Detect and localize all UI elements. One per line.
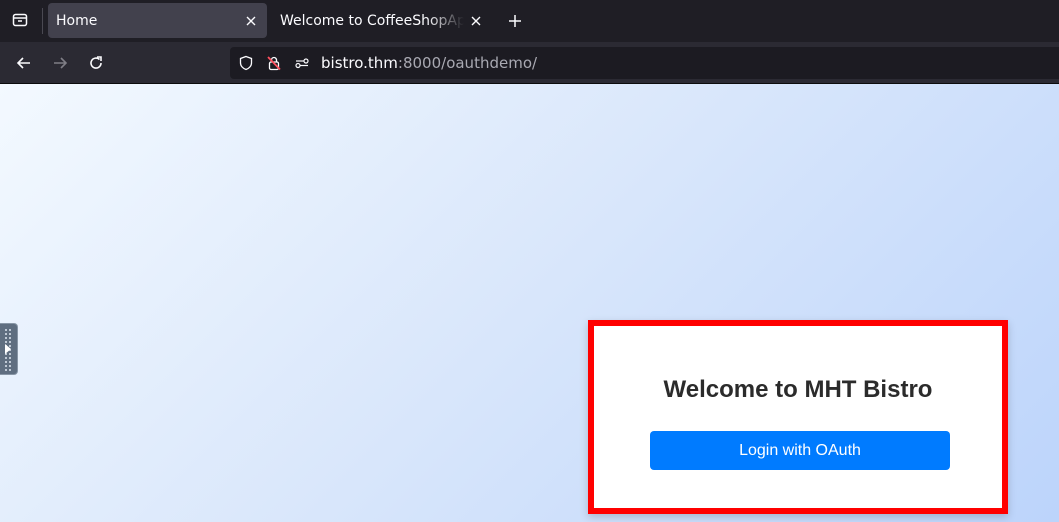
insecure-lock-icon[interactable] xyxy=(264,53,284,73)
tab-home[interactable]: Home xyxy=(48,3,267,38)
forward-arrow-icon[interactable] xyxy=(46,49,74,77)
url-path: :8000/oauthdemo/ xyxy=(397,54,538,72)
plus-icon[interactable] xyxy=(502,8,528,34)
tab-title: Welcome to CoffeeShopApp xyxy=(280,12,464,29)
close-icon[interactable] xyxy=(464,9,488,33)
permissions-icon[interactable] xyxy=(292,53,312,73)
sidebar-toggle-handle[interactable] xyxy=(0,323,18,375)
page-content: Welcome to MHT Bistro Login with OAuth xyxy=(0,84,1059,522)
url-text[interactable]: bistro.thm:8000/oauthdemo/ xyxy=(321,54,537,72)
reload-icon[interactable] xyxy=(82,49,110,77)
close-icon[interactable] xyxy=(239,9,263,33)
back-arrow-icon[interactable] xyxy=(10,49,38,77)
expand-arrow-icon xyxy=(5,344,11,354)
url-bar[interactable]: bistro.thm:8000/oauthdemo/ xyxy=(230,47,1059,79)
shield-icon[interactable] xyxy=(236,53,256,73)
tab-overview-icon[interactable] xyxy=(6,6,34,34)
nav-bar: bistro.thm:8000/oauthdemo/ xyxy=(0,42,1059,84)
tab-coffeeshop[interactable]: Welcome to CoffeeShopApp xyxy=(272,3,492,38)
tab-separator xyxy=(42,8,43,34)
login-with-oauth-button[interactable]: Login with OAuth xyxy=(650,431,950,470)
url-host: bistro.thm xyxy=(321,54,398,72)
login-card: Welcome to MHT Bistro Login with OAuth xyxy=(588,320,1008,514)
tab-title: Home xyxy=(56,12,98,29)
tab-strip: Home Welcome to CoffeeShopApp xyxy=(0,0,1059,42)
page-heading: Welcome to MHT Bistro xyxy=(663,376,933,403)
